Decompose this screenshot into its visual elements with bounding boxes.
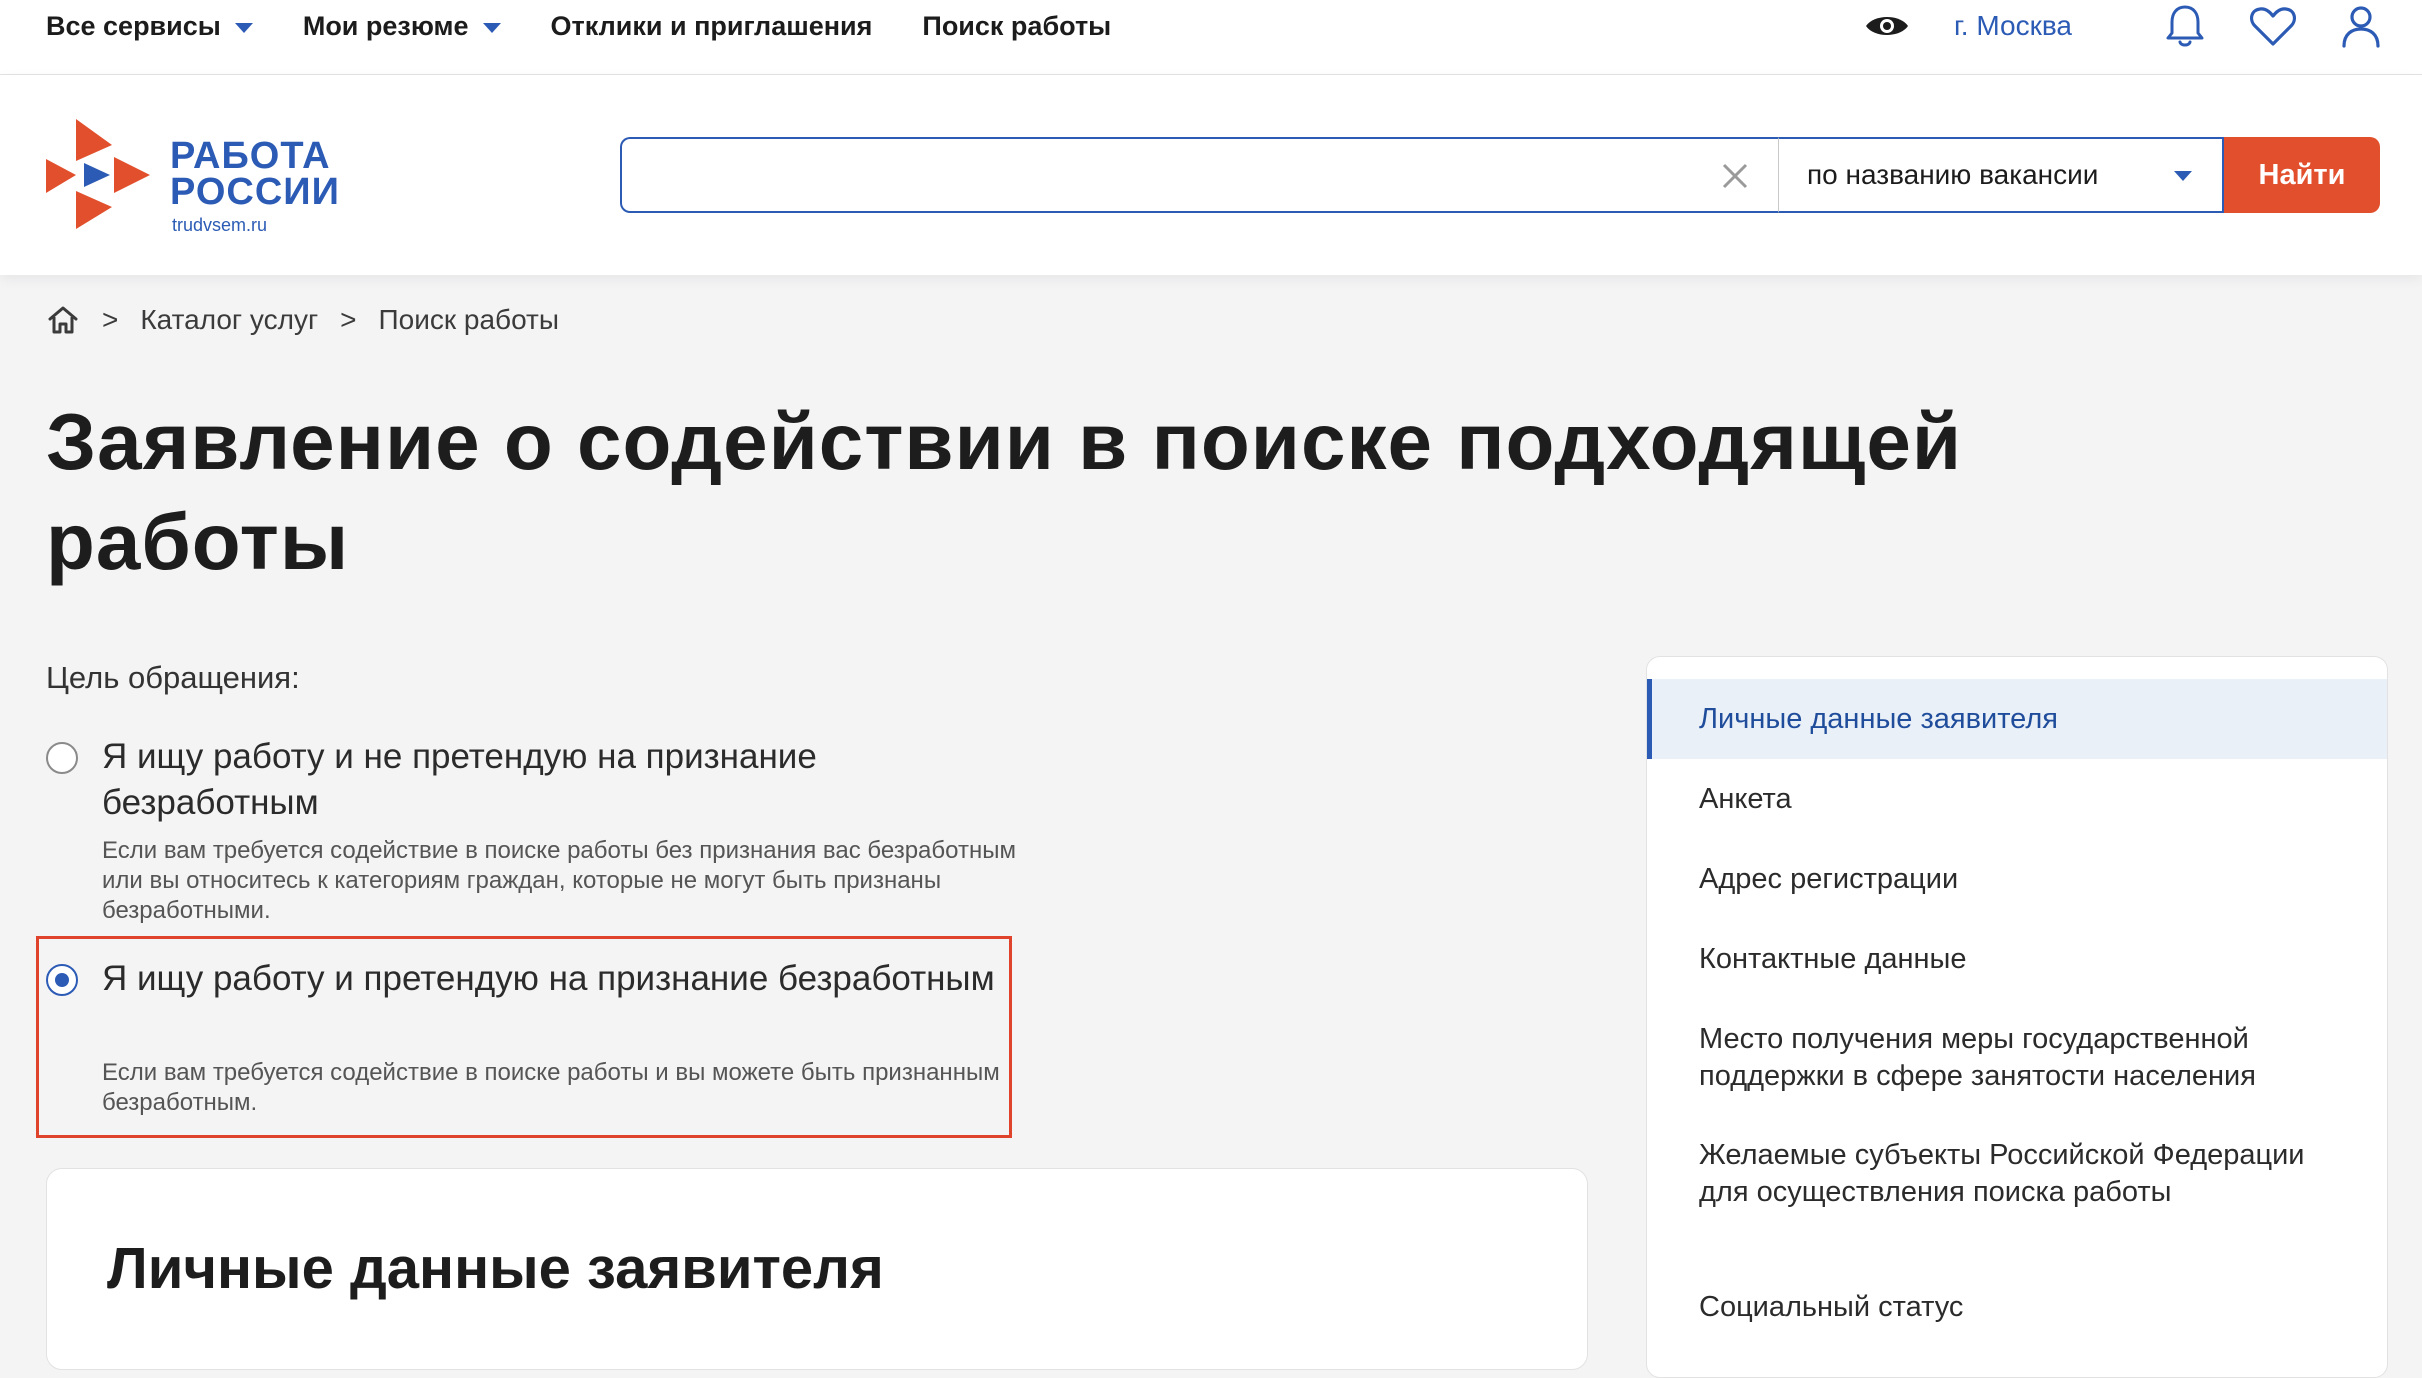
breadcrumb: > Каталог услуг > Поиск работы: [46, 303, 559, 337]
heart-icon[interactable]: [2248, 1, 2298, 51]
breadcrumb-job-search[interactable]: Поиск работы: [379, 304, 559, 336]
chevron-down-icon: [234, 22, 253, 33]
radio-no-unemployment[interactable]: [46, 742, 78, 774]
bell-icon[interactable]: [2160, 1, 2210, 51]
nav-job-search[interactable]: Поиск работы: [922, 11, 1111, 42]
logo-url: trudvsem.ru: [172, 215, 268, 235]
sidenav-item-desired-regions[interactable]: Желаемые субъекты Российской Федерации д…: [1647, 1137, 2387, 1211]
option-title: Я ищу работу и претендую на признание бе…: [102, 959, 995, 998]
form-sections-nav: Личные данные заявителя Анкета Адрес рег…: [1646, 656, 2388, 1378]
purpose-option-unemployment[interactable]: Я ищу работу и претендую на признание бе…: [46, 956, 1006, 1126]
sidenav-item-contacts[interactable]: Контактные данные: [1647, 941, 2387, 978]
sidenav-item-personal-data[interactable]: Личные данные заявителя: [1647, 679, 2387, 759]
nav-responses[interactable]: Отклики и приглашения: [551, 11, 873, 42]
eye-icon[interactable]: [1862, 1, 1912, 51]
search-button[interactable]: Найти: [2224, 137, 2380, 213]
search-input[interactable]: [622, 139, 1704, 213]
search-mode-select[interactable]: по названию вакансии: [1778, 137, 2224, 213]
site-header: РАБОТА РОССИИ trudvsem.ru по названию ва…: [0, 75, 2422, 275]
nav-my-resumes[interactable]: Мои резюме: [303, 11, 501, 42]
home-icon[interactable]: [46, 303, 80, 337]
sidenav-item-support-location[interactable]: Место получения меры государственной под…: [1647, 1021, 2387, 1095]
top-bar: Все сервисы Мои резюме Отклики и приглаш…: [0, 0, 2422, 75]
close-icon[interactable]: [1720, 161, 1750, 191]
purpose-label: Цель обращения:: [46, 660, 300, 695]
user-icon[interactable]: [2336, 1, 2386, 51]
nav-job-search-label: Поиск работы: [922, 10, 1112, 41]
page-title: Заявление о содействии в поиске подходящ…: [46, 397, 1963, 586]
purpose-option-no-unemployment[interactable]: Я ищу работу и не претендую на признание…: [46, 734, 1016, 934]
sidenav-item-questionnaire[interactable]: Анкета: [1647, 781, 2387, 818]
top-right-tools: [1862, 0, 1912, 52]
option-description: Если вам требуется содействие в поиске р…: [102, 837, 1016, 924]
breadcrumb-separator: >: [340, 304, 357, 335]
city-selector[interactable]: г. Москва: [1954, 10, 2072, 42]
nav-responses-label: Отклики и приглашения: [550, 10, 873, 41]
breadcrumb-catalog[interactable]: Каталог услуг: [140, 304, 318, 336]
logo-arrows-icon: [46, 119, 150, 229]
top-nav: Все сервисы Мои резюме Отклики и приглаш…: [46, 0, 1161, 52]
search-mode-label: по названию вакансии: [1807, 159, 2099, 190]
radio-unemployment[interactable]: [46, 964, 78, 996]
personal-data-card: Личные данные заявителя: [46, 1168, 1588, 1370]
logo-line2: РОССИИ: [170, 171, 340, 213]
breadcrumb-separator: >: [102, 304, 119, 335]
site-logo[interactable]: РАБОТА РОССИИ trudvsem.ru: [46, 119, 346, 239]
nav-all-services-label: Все сервисы: [46, 10, 221, 41]
nav-my-resumes-label: Мои резюме: [302, 10, 469, 41]
search-field: [620, 137, 1778, 213]
section-title: Личные данные заявителя: [107, 1236, 884, 1301]
chevron-down-icon: [2174, 171, 2192, 181]
option-description: Если вам требуется содействие в поиске р…: [102, 1059, 1000, 1116]
search-bar: по названию вакансии Найти: [620, 137, 2386, 217]
sidenav-item-social-status[interactable]: Социальный статус: [1647, 1289, 2387, 1326]
nav-all-services[interactable]: Все сервисы: [46, 11, 253, 42]
sidenav-item-registration-address[interactable]: Адрес регистрации: [1647, 861, 2387, 898]
chevron-down-icon: [482, 22, 501, 33]
option-title: Я ищу работу и не претендую на признание…: [102, 737, 817, 822]
